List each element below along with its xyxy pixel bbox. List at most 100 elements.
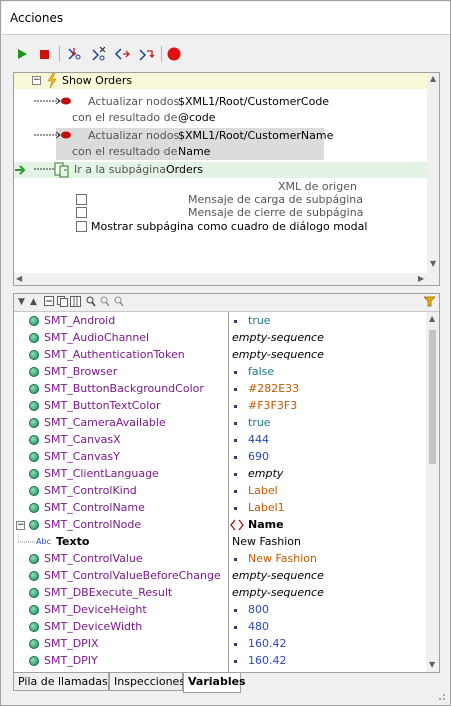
variable-value: New Fashion [248,552,318,565]
variable-icon [29,486,39,496]
variable-name: SMT_ControlValueBeforeChange [44,569,221,582]
variable-row[interactable]: SMT_Android true [14,313,426,330]
tree-root-row[interactable]: − Show Orders [14,73,428,89]
update-nodes-row-2[interactable]: Actualizar nodos $XML1/Root/CustomerName [14,128,428,144]
action-label: Ir a la subpágina [74,163,166,176]
variable-value: empty-sequence [232,586,324,599]
tree-horizontal-scrollbar[interactable]: ◀ ▶ [14,273,428,285]
update-nodes-row-1[interactable]: Actualizar nodos $XML1/Root/CustomerCode [14,94,428,110]
tab-call-stack[interactable]: Pila de llamadas [13,673,109,691]
variable-icon [29,350,39,360]
step-into-icon[interactable] [65,45,83,63]
variable-row[interactable]: SMT_DeviceHeight 800 [14,602,426,619]
step-back-icon[interactable] [137,45,155,63]
value-bullet-icon [234,507,237,510]
value-bullet-icon [234,456,237,459]
update-result-row-1[interactable]: con el resultado de @code [14,110,428,126]
variable-row[interactable]: Abc Texto New Fashion [14,534,426,551]
variable-value: 160.42 [248,654,287,667]
find-icon[interactable] [86,296,96,310]
variable-icon [29,435,39,445]
close-msg-label: Mensaje de cierre de subpágina [188,206,364,219]
scrollbar-thumb[interactable] [429,330,436,464]
variable-row[interactable]: SMT_DBExecute_Result empty-sequence [14,585,426,602]
variable-row[interactable]: SMT_CameraAvailable true [14,415,426,432]
actions-tree: − Show Orders Actualizar nodos $XML1/Roo… [13,72,440,286]
goto-subpage-row[interactable]: Ir a la subpágina Orders [14,162,428,178]
xpath-target: $XML1/Root/CustomerCode [178,95,330,108]
variable-row[interactable]: SMT_ControlName Label1 [14,500,426,517]
filter-icon[interactable] [423,296,436,310]
tab-watches[interactable]: Inspecciones [109,673,185,691]
result-label: con el resultado de [72,145,178,158]
variable-row[interactable]: SMT_AudioChannel empty-sequence [14,330,426,347]
scroll-corner [427,273,439,285]
value-bullet-icon [234,439,237,442]
title-bar: Acciones [2,2,450,35]
variable-row[interactable]: SMT_DPIX 160.42 [14,636,426,653]
column-divider[interactable] [228,312,229,672]
variable-value: Name [248,518,284,531]
variable-name: SMT_DPIX [44,637,99,650]
variable-row[interactable]: SMT_ControlKind Label [14,483,426,500]
variable-name: SMT_DeviceWidth [44,620,143,633]
variable-row[interactable]: SMT_DeviceWidth 480 [14,619,426,636]
play-icon[interactable] [13,45,31,63]
variable-value: empty-sequence [232,331,324,344]
variable-value: New Fashion [232,535,302,548]
variable-name: SMT_ClientLanguage [44,467,159,480]
variable-row[interactable]: SMT_DPIY 160.42 [14,653,426,670]
sort-up-icon[interactable]: ▲ [30,297,37,307]
sort-down-icon[interactable]: ▼ [18,297,25,307]
value-bullet-icon [234,626,237,629]
collapse-icon[interactable]: − [16,521,25,530]
variable-name: SMT_ControlName [44,501,145,514]
variable-row[interactable]: SMT_ButtonBackgroundColor #282E33 [14,381,426,398]
step-out-icon[interactable] [113,45,131,63]
variable-value: #282E33 [248,382,300,395]
resize-grip[interactable] [436,691,446,701]
variable-row[interactable]: − SMT_ControlNode Name [14,517,426,534]
variable-icon [29,656,39,666]
variable-value: Label [248,484,278,497]
collapse-icon[interactable]: − [32,76,41,85]
variable-row[interactable]: SMT_ClientLanguage empty [14,466,426,483]
element-node-icon [230,519,244,534]
variable-icon [29,503,39,513]
variable-name: Texto [56,535,90,548]
tab-variables[interactable]: Variables [183,673,246,693]
variable-row[interactable]: SMT_CanvasX 444 [14,432,426,449]
variable-name: SMT_ButtonTextColor [44,399,161,412]
value-bullet-icon [234,320,237,323]
variable-row[interactable]: SMT_ControlValue New Fashion [14,551,426,568]
collapse-all-icon[interactable] [44,296,54,309]
step-over-icon[interactable] [89,45,107,63]
variable-name: SMT_DBExecute_Result [44,586,173,599]
variable-icon [29,554,39,564]
value-bullet-icon [234,473,237,476]
variable-icon [29,605,39,615]
variable-row[interactable]: SMT_Browser false [14,364,426,381]
variable-row[interactable]: SMT_ButtonTextColor #F3F3F3 [14,398,426,415]
close-msg-checkbox[interactable] [76,207,87,218]
actions-window: Acciones − Show Orders Actualizar nodos … [0,0,451,706]
find-prev-icon[interactable] [114,296,124,310]
columns-icon[interactable] [70,296,81,310]
window-title: Acciones [10,11,64,25]
find-next-icon[interactable] [100,296,110,310]
variable-row[interactable]: SMT_AuthenticationToken empty-sequence [14,347,426,364]
stop-icon[interactable] [35,45,53,63]
root-label: Show Orders [62,74,133,87]
update-result-row-2[interactable]: con el resultado de Name [14,144,428,160]
breakpoint-icon[interactable] [165,45,183,63]
result-value: Name [178,145,211,158]
modal-checkbox[interactable] [76,221,87,232]
tree-vertical-scrollbar[interactable]: ▲ ▼ [427,73,439,273]
variable-row[interactable]: SMT_ControlValueBeforeChange empty-sequen… [14,568,426,585]
variable-name: SMT_DeviceHeight [44,603,147,616]
xpath-target: $XML1/Root/CustomerName [178,129,334,142]
copy-icon[interactable] [57,296,68,310]
variables-vertical-scrollbar[interactable]: ▲ ▼ [426,312,439,672]
variable-row[interactable]: SMT_CanvasY 690 [14,449,426,466]
load-msg-checkbox[interactable] [76,194,87,205]
